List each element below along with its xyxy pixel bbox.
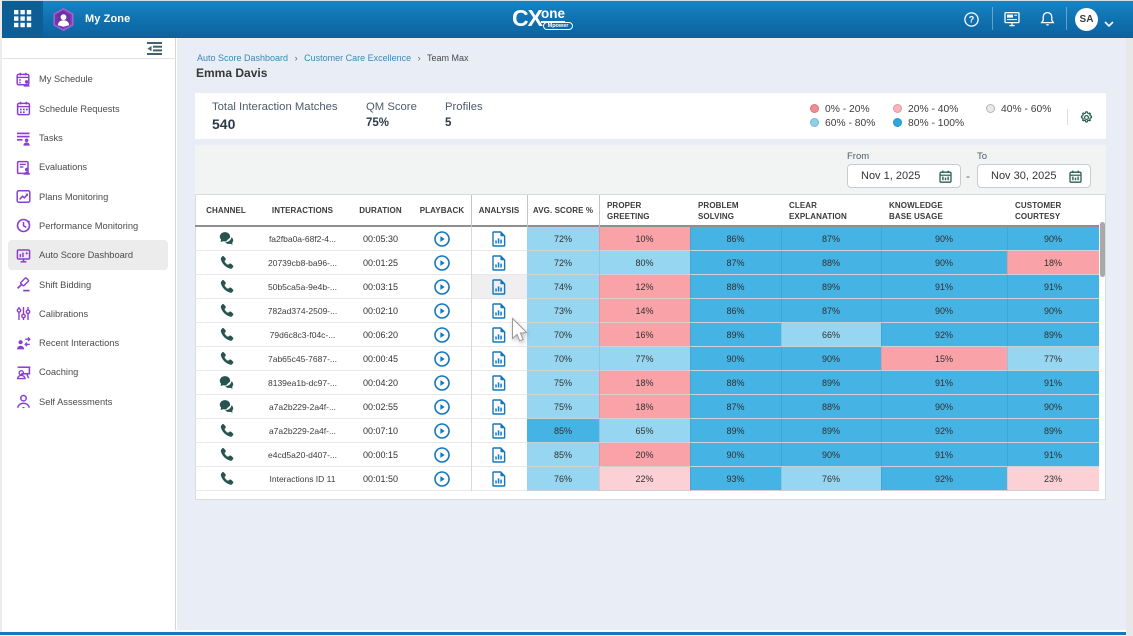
svg-text:?: ? [969,15,975,25]
